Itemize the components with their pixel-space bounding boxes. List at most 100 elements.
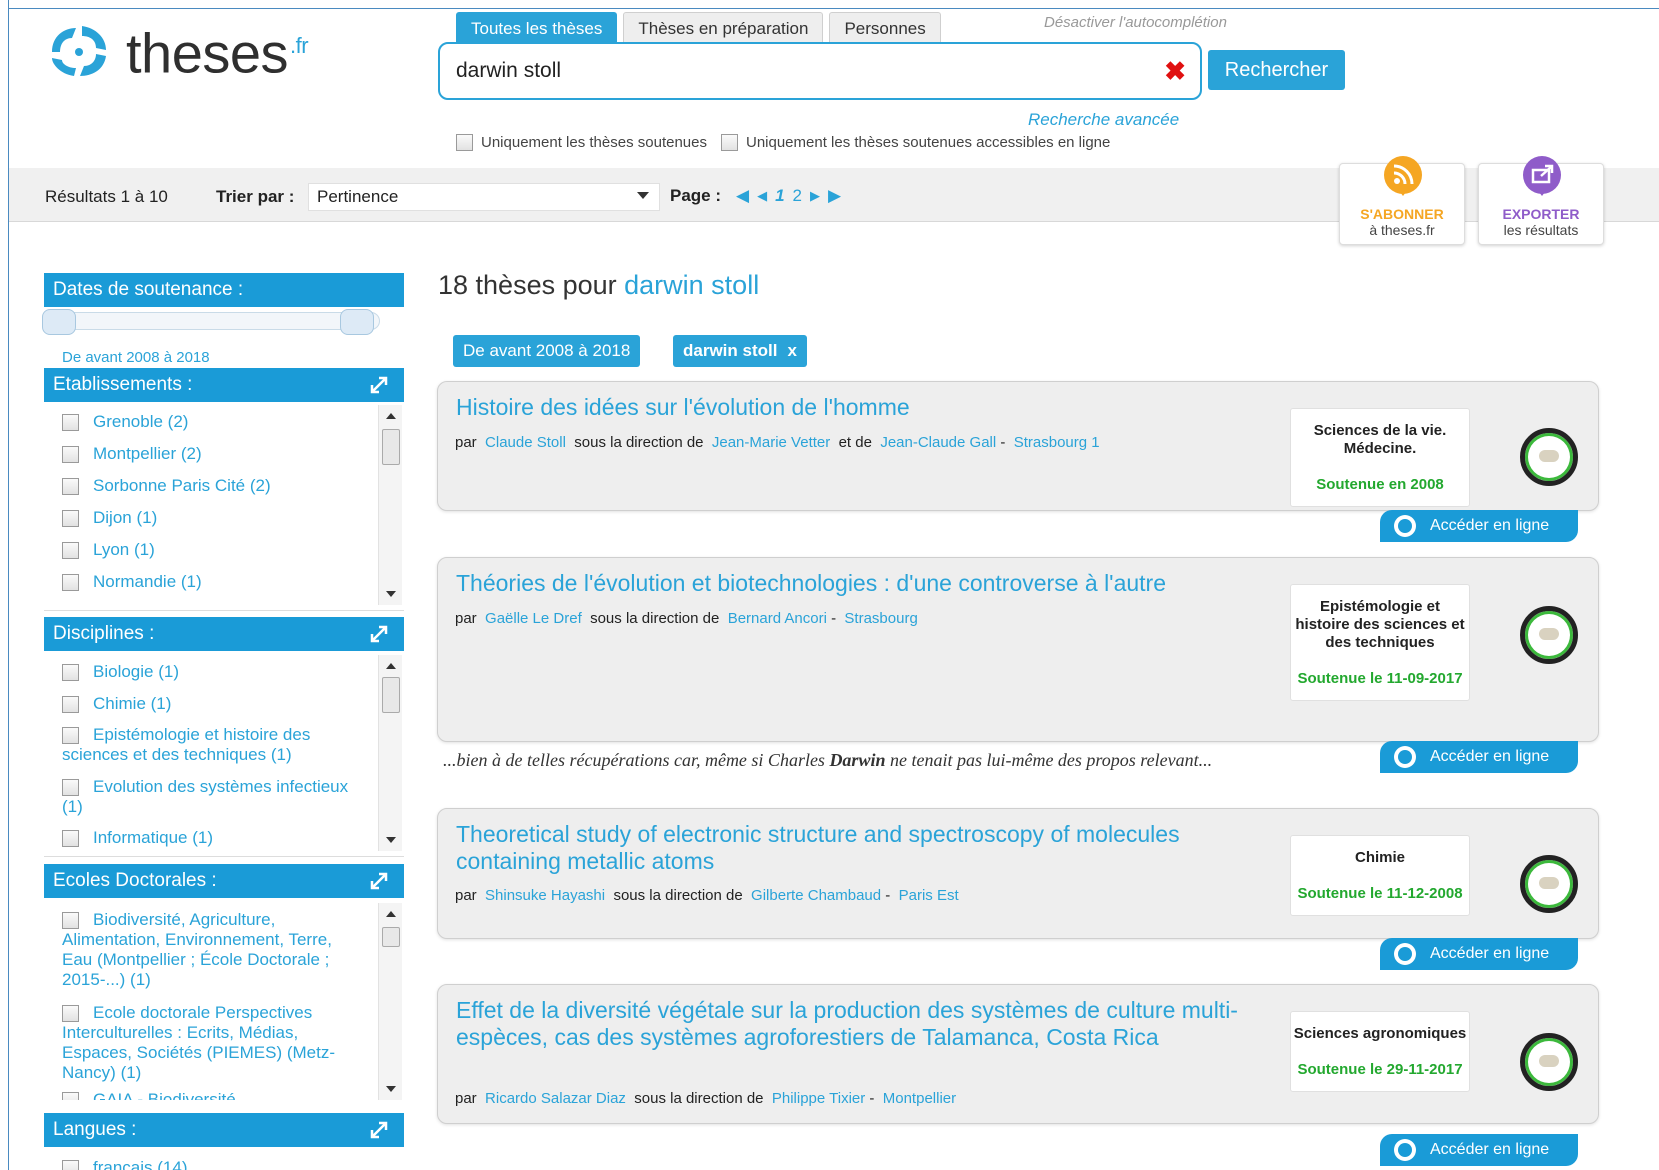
logo-suffix: .fr bbox=[290, 33, 309, 58]
facet-ecoles-header: Ecoles Doctorales : bbox=[44, 864, 404, 898]
remove-filter-icon[interactable]: x bbox=[787, 341, 796, 360]
defended-only-checkbox[interactable] bbox=[456, 134, 473, 151]
facet-item[interactable]: Ecole doctorale Perspectives Intercultur… bbox=[62, 1003, 362, 1083]
date-range-value: De avant 2008 à 2018 bbox=[62, 349, 210, 366]
facet-item[interactable]: Dijon (1) bbox=[62, 508, 362, 528]
results-heading: 18 thèses pour darwin stoll bbox=[438, 270, 760, 300]
institution-link[interactable]: Strasbourg bbox=[844, 610, 917, 627]
facet-item[interactable]: Montpellier (2) bbox=[62, 444, 362, 464]
discipline-box: Chimie Soutenue le 11-12-2008 bbox=[1290, 835, 1470, 916]
thesis-authors: par Shinsuke Hayashi sous la direction d… bbox=[455, 887, 959, 904]
prev-page-icon[interactable]: ◀︎ bbox=[757, 188, 767, 204]
thesis-title[interactable]: Théories de l'évolution et biotechnologi… bbox=[456, 570, 1286, 597]
institution-link[interactable]: Paris Est bbox=[899, 887, 959, 904]
thesis-status-icon bbox=[1520, 855, 1578, 913]
director-link[interactable]: Jean-Marie Vetter bbox=[712, 434, 830, 451]
expand-icon[interactable] bbox=[368, 1119, 390, 1141]
slider-handle-max[interactable] bbox=[340, 309, 374, 335]
first-page-icon[interactable]: ◀︎ bbox=[736, 186, 749, 206]
page-label: Page : bbox=[670, 186, 722, 205]
search-button[interactable]: Rechercher bbox=[1208, 50, 1345, 90]
next-page-icon[interactable]: ▶︎ bbox=[810, 188, 820, 204]
thesis-card: Histoire des idées sur l'évolution de l'… bbox=[437, 381, 1599, 511]
globe-icon bbox=[1394, 1139, 1416, 1161]
facet-item[interactable]: Sorbonne Paris Cité (2) bbox=[62, 476, 362, 496]
thesis-title[interactable]: Histoire des idées sur l'évolution de l'… bbox=[456, 394, 1286, 421]
facet-scrollbar[interactable] bbox=[378, 903, 402, 1100]
tab-all-theses[interactable]: Toutes les thèses bbox=[456, 12, 618, 44]
online-only-checkbox[interactable] bbox=[720, 134, 738, 151]
thesis-status-icon bbox=[1520, 428, 1578, 486]
director-link[interactable]: Bernard Ancori bbox=[728, 610, 827, 627]
tab-persons[interactable]: Personnes bbox=[829, 12, 941, 44]
date-range-slider[interactable] bbox=[44, 312, 380, 330]
sort-label: Trier par : bbox=[216, 187, 295, 206]
page-link[interactable]: 2 bbox=[793, 186, 802, 206]
thesis-status: Soutenue le 29-11-2017 bbox=[1297, 1061, 1463, 1078]
director-link[interactable]: Jean-Claude Gall bbox=[880, 434, 996, 451]
autocompletion-toggle-link[interactable]: Désactiver l'autocomplétion bbox=[1044, 14, 1227, 31]
facet-item[interactable]: Epistémologie et histoire des sciences e… bbox=[62, 725, 362, 765]
online-access-button[interactable]: Accéder en ligne bbox=[1380, 510, 1578, 542]
online-access-button[interactable]: Accéder en ligne bbox=[1380, 741, 1578, 773]
institution-link[interactable]: Strasbourg 1 bbox=[1014, 434, 1100, 451]
slider-handle-min[interactable] bbox=[42, 309, 76, 335]
thesis-status: Soutenue en 2008 bbox=[1316, 476, 1444, 493]
thesis-authors: par Gaëlle Le Dref sous la direction de … bbox=[455, 610, 918, 627]
author-link[interactable]: Claude Stoll bbox=[485, 434, 566, 451]
active-filter-chip[interactable]: De avant 2008 à 2018 bbox=[453, 335, 641, 367]
facet-scrollbar[interactable] bbox=[378, 655, 402, 851]
expand-icon[interactable] bbox=[368, 374, 390, 396]
active-filter-chip[interactable]: darwin stoll x bbox=[673, 335, 807, 367]
facet-divider bbox=[44, 856, 404, 857]
subscribe-button[interactable]: S'ABONNER à theses.fr bbox=[1339, 156, 1465, 245]
sort-select[interactable]: Pertinence bbox=[308, 183, 660, 211]
search-filters: Uniquement les thèses soutenues Uniqueme… bbox=[456, 134, 1110, 151]
facet-item[interactable]: Biologie (1) bbox=[62, 662, 362, 682]
search-tabs: Toutes les thèses Thèses en préparation … bbox=[456, 12, 941, 44]
author-link[interactable]: Gaëlle Le Dref bbox=[485, 610, 582, 627]
thesis-title[interactable]: Theoretical study of electronic structur… bbox=[456, 821, 1286, 875]
discipline-name: Sciences agronomiques bbox=[1293, 1025, 1467, 1042]
online-access-button[interactable]: Accéder en ligne bbox=[1380, 938, 1578, 970]
director-link[interactable]: Philippe Tixier bbox=[772, 1090, 865, 1107]
thesis-title[interactable]: Effet de la diversité végétale sur la pr… bbox=[456, 997, 1286, 1051]
author-link[interactable]: Shinsuke Hayashi bbox=[485, 887, 605, 904]
search-input[interactable] bbox=[456, 56, 1136, 86]
facet-item[interactable]: français (14) bbox=[62, 1158, 362, 1170]
facet-scrollbar[interactable] bbox=[378, 405, 402, 605]
facet-item[interactable]: GAIA - Biodiversité bbox=[62, 1090, 362, 1100]
thesis-authors: par Ricardo Salazar Diaz sous la directi… bbox=[455, 1090, 957, 1107]
thesis-card: Effet de la diversité végétale sur la pr… bbox=[437, 984, 1599, 1124]
last-page-icon[interactable]: ▶︎ bbox=[828, 186, 841, 206]
facet-item[interactable]: Informatique (1) bbox=[62, 828, 362, 848]
expand-icon[interactable] bbox=[368, 623, 390, 645]
logo-text: theses.fr bbox=[126, 21, 309, 85]
facet-langues-header: Langues : bbox=[44, 1113, 404, 1147]
facet-item[interactable]: Evolution des systèmes infectieux (1) bbox=[62, 777, 362, 817]
facet-item[interactable]: Chimie (1) bbox=[62, 694, 362, 714]
theses-logo-icon bbox=[46, 22, 112, 78]
facet-divider bbox=[44, 610, 404, 611]
expand-icon[interactable] bbox=[368, 870, 390, 892]
facet-item[interactable]: Biodiversité, Agriculture, Alimentation,… bbox=[62, 910, 362, 990]
facet-item[interactable]: Grenoble (2) bbox=[62, 412, 362, 432]
tab-theses-in-preparation[interactable]: Thèses en préparation bbox=[623, 12, 824, 44]
thesis-authors: par Claude Stoll sous la direction de Je… bbox=[455, 434, 1100, 451]
advanced-search-link[interactable]: Recherche avancée bbox=[1028, 110, 1179, 130]
export-button[interactable]: EXPORTER les résultats bbox=[1478, 156, 1604, 245]
director-link[interactable]: Gilberte Chambaud bbox=[751, 887, 881, 904]
chevron-down-icon bbox=[637, 192, 649, 199]
online-only-label: Uniquement les thèses soutenues accessib… bbox=[745, 134, 1111, 151]
author-link[interactable]: Ricardo Salazar Diaz bbox=[485, 1090, 626, 1107]
facet-dates-header: Dates de soutenance : bbox=[44, 273, 404, 307]
institution-link[interactable]: Montpellier bbox=[883, 1090, 956, 1107]
globe-icon bbox=[1394, 746, 1416, 768]
facet-item[interactable]: Lyon (1) bbox=[62, 540, 362, 560]
site-logo[interactable]: theses.fr bbox=[46, 18, 309, 85]
page-frame-top bbox=[8, 8, 1659, 9]
facet-item[interactable]: Normandie (1) bbox=[62, 572, 362, 592]
thesis-status-icon bbox=[1520, 1033, 1578, 1091]
clear-search-icon[interactable]: ✖ bbox=[1164, 54, 1186, 88]
online-access-button[interactable]: Accéder en ligne bbox=[1380, 1134, 1578, 1166]
